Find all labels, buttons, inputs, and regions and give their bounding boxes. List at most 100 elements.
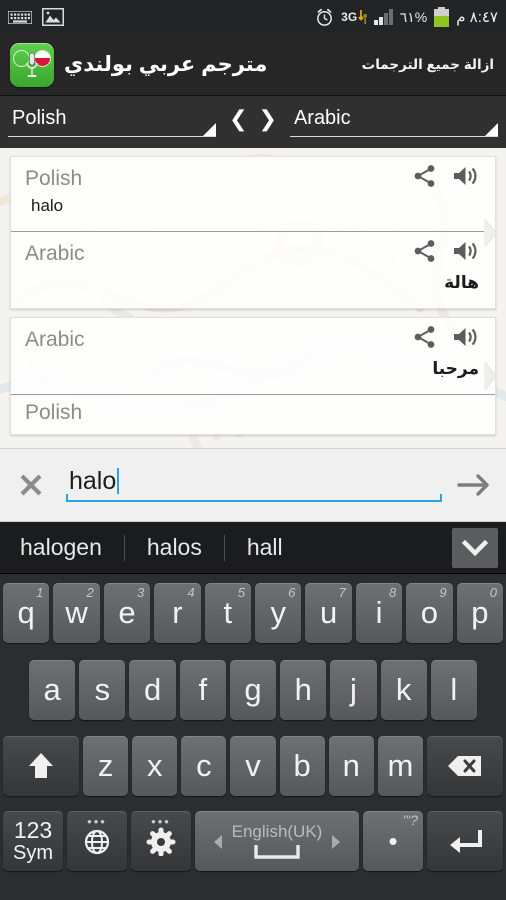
target-language-spinner[interactable]: Arabic [289,107,498,137]
key-k[interactable]: k [380,660,427,720]
key-a[interactable]: a [29,660,76,720]
next-language-arrow-icon[interactable] [329,823,343,859]
arrow-right-icon[interactable]: ❯ [259,108,277,130]
network-type-indicator: 3G [341,9,368,25]
key-label: q [17,595,35,630]
card-source-text: مرحبا [432,359,479,378]
card-source-text: halo [31,196,64,215]
target-language-label: Arabic [293,107,351,129]
key-label: r [172,595,183,630]
spinner-underline [8,136,217,137]
key-z[interactable]: z [83,736,129,796]
app-logo-icon[interactable] [10,42,54,87]
source-language-label: Polish [12,107,67,129]
key-u[interactable]: 7u [305,583,352,643]
key-label: t [223,595,233,630]
share-icon[interactable] [412,324,438,355]
speaker-icon[interactable] [452,239,479,268]
key-d[interactable]: d [129,660,176,720]
key-i[interactable]: 8i [355,583,403,643]
key-f[interactable]: f [179,660,226,720]
alarm-clock-icon [315,8,334,27]
suggestion-list: halogen halos hall [8,534,446,561]
key-o[interactable]: 9o [406,583,453,643]
key-r[interactable]: 4r [154,583,201,643]
card-source-language: Polish [25,166,83,190]
prev-language-arrow-icon[interactable] [211,823,225,859]
input-underline [66,500,442,503]
key-s[interactable]: s [79,660,126,720]
space-key[interactable]: English(UK) [195,811,359,871]
source-language-spinner[interactable]: Polish [8,107,217,137]
period-key[interactable]: "'? • [363,811,423,871]
status-bar: 3G ٦١% ٨:٤٧ م [0,0,506,34]
expand-suggestions-button[interactable] [452,527,498,568]
key-w[interactable]: 2w [53,583,100,643]
translation-list[interactable]: ﻛﺞﻟ Polish halo [0,148,506,448]
key-t[interactable]: 5t [204,583,251,643]
key-label: p [471,595,489,630]
key-g[interactable]: g [229,660,277,720]
card-target-section: Polish [11,394,495,434]
status-bar-left [8,8,64,26]
suggestion-item[interactable]: hall [225,534,305,561]
share-icon[interactable] [412,163,438,194]
signal-bars-icon [374,9,393,25]
share-icon[interactable] [412,238,438,269]
key-n[interactable]: n [328,736,374,796]
key-x[interactable]: x [132,736,178,796]
key-p[interactable]: 0p [456,583,504,643]
key-c[interactable]: c [181,736,227,796]
data-transfer-arrows-icon [358,9,368,25]
suggestion-item[interactable]: halos [125,534,224,561]
arrow-left-icon[interactable]: ❮ [229,108,247,130]
key-y[interactable]: 6y [255,583,302,643]
key-e[interactable]: 3e [103,583,151,643]
symbols-key-labels: 123 Sym [13,818,53,863]
key-q[interactable]: 1q [2,583,50,643]
key-j[interactable]: j [330,660,377,720]
symbols-key[interactable]: 123 Sym [3,811,63,871]
key-sup: 9 [439,585,447,600]
symbols-key-line1: 123 [13,817,53,844]
speaker-icon[interactable] [452,164,479,193]
enter-icon[interactable] [427,811,503,871]
gear-icon[interactable]: ••• [131,811,191,871]
card-target-language: Polish [25,401,83,424]
period-key-label: • [388,826,398,856]
card-source-language: Arabic [25,327,85,351]
backspace-icon[interactable] [426,736,503,796]
key-label: o [420,595,439,630]
arrow-right-icon[interactable] [456,469,492,501]
spinner-underline [289,136,498,137]
on-screen-keyboard[interactable]: halogen halos hall 1q 2w 3e 4r 5t 6y 7u … [0,522,506,900]
card-source-header: Arabic [25,324,483,355]
key-label: u [319,595,338,630]
globe-icon[interactable]: ••• [67,811,127,871]
card-source-section: Polish halo [11,157,495,231]
key-label: e [118,595,136,630]
translation-card[interactable]: Polish halo Arabic هالة [10,156,496,309]
key-more-dots: ••• [87,814,107,829]
suggestion-item[interactable]: halogen [8,534,124,561]
battery-percent-label: ٦١% [399,8,428,25]
language-selector-bar: Polish ❮ ❯ Arabic [0,96,506,148]
key-b[interactable]: b [279,736,325,796]
key-m[interactable]: m [377,736,423,796]
card-target-section: Arabic هالة [11,231,495,308]
status-bar-right: 3G ٦١% ٨:٤٧ م [315,7,498,27]
key-l[interactable]: l [430,660,477,720]
suggestion-bar: halogen halos hall [0,522,506,574]
search-input[interactable]: halo [66,467,442,503]
translation-card[interactable]: Arabic مرحبا Polish [10,317,496,435]
image-icon [42,8,64,26]
text-cursor [117,467,120,494]
close-icon[interactable] [14,468,48,502]
card-target-language: Arabic [25,241,85,265]
shift-icon[interactable] [3,736,79,796]
key-v[interactable]: v [230,736,276,796]
clear-all-translations-button[interactable]: ازالة جميع الترجمات [362,57,495,73]
swap-languages-button[interactable]: ❮ ❯ [216,108,290,136]
speaker-icon[interactable] [452,325,479,354]
key-h[interactable]: h [280,660,327,720]
